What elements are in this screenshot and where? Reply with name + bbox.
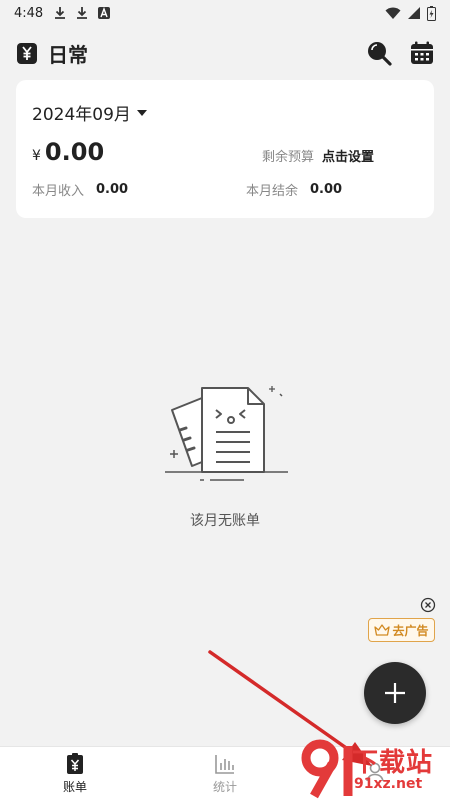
remove-ads-button[interactable]: 去广告 — [368, 618, 435, 642]
search-icon[interactable] — [366, 40, 392, 66]
app-notification-icon — [98, 7, 111, 19]
nav-label-stats: 统计 — [212, 779, 237, 794]
wallet-logo-icon — [17, 43, 37, 64]
empty-message: 该月无账单 — [190, 513, 260, 529]
month-label: 2024年09月 — [32, 105, 131, 125]
add-record-button[interactable] — [364, 662, 426, 724]
status-time: 4:48 — [14, 5, 44, 21]
caret-down-icon — [136, 109, 147, 116]
empty-state: 该月无账单 — [0, 380, 450, 530]
remaining-budget[interactable]: 剩余预算 点击设置 — [262, 146, 374, 165]
watermark: 下载站 91xz.net — [290, 738, 450, 800]
income-label: 本月收入 — [32, 184, 85, 199]
expense-amount: 0.00 — [44, 138, 105, 166]
wifi-icon — [385, 7, 401, 19]
monthly-income: 本月收入 0.00 — [32, 180, 128, 199]
download-icon — [77, 7, 88, 19]
app-bar: 日常 — [0, 30, 450, 76]
watermark-text: 下载站 — [352, 748, 434, 778]
download-icon — [55, 7, 66, 19]
nav-label-bills: 账单 — [62, 779, 87, 794]
nav-item-bills[interactable]: 账单 — [0, 747, 150, 800]
empty-documents-icon — [165, 386, 288, 481]
income-value: 0.00 — [96, 182, 129, 197]
plus-icon — [385, 683, 405, 703]
currency-symbol: ¥ — [32, 148, 41, 164]
monthly-balance: 本月结余 0.00 — [246, 180, 342, 199]
crown-icon — [374, 624, 391, 636]
month-selector[interactable]: 2024年09月 — [32, 100, 418, 125]
status-bar: 4:48 — [0, 0, 450, 26]
watermark-url: 91xz.net — [354, 776, 423, 792]
bar-chart-icon — [215, 754, 234, 774]
calendar-icon[interactable] — [410, 41, 434, 65]
nav-item-stats[interactable]: 统计 — [150, 747, 300, 800]
balance-value: 0.00 — [310, 182, 343, 197]
monthly-expense: ¥ 0.00 — [32, 138, 104, 166]
status-icons — [385, 5, 436, 21]
balance-label: 本月结余 — [246, 184, 299, 199]
remove-ads-label: 去广告 — [392, 623, 429, 638]
summary-card: 2024年09月 ¥ 0.00 剩余预算 点击设置 本月收入 0.00 本月结余… — [16, 80, 434, 218]
set-budget-link[interactable]: 点击设置 — [322, 146, 374, 165]
ledger-title[interactable]: 日常 — [48, 39, 88, 68]
bill-icon — [67, 752, 83, 774]
close-ad-icon[interactable] — [420, 597, 436, 613]
battery-icon — [427, 5, 436, 21]
signal-icon — [408, 7, 420, 19]
budget-label: 剩余预算 — [262, 150, 315, 165]
watermark-logo-icon — [301, 739, 353, 799]
